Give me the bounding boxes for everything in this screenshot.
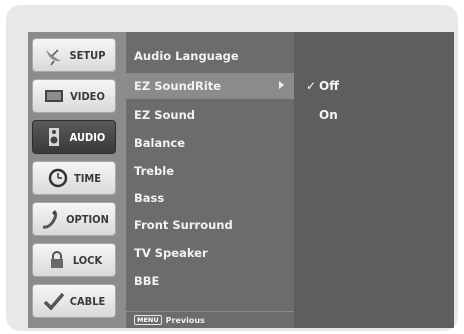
sidebar-item-label: VIDEO [70, 89, 105, 103]
menu-item-label: BBE [134, 274, 160, 288]
menu-item-label: EZ SoundRite [134, 79, 222, 93]
sidebar-item-time[interactable]: TIME [32, 161, 116, 195]
option-off[interactable]: ✓ Off [306, 75, 339, 97]
menu-item-bass[interactable]: Bass [126, 185, 294, 211]
remote-control-icon [42, 209, 58, 229]
category-sidebar: SETUP VIDEO AUDIO TIME OPTION LOCK CABLE [28, 32, 126, 328]
sidebar-item-audio[interactable]: AUDIO [32, 120, 116, 154]
menu-item-label: Balance [134, 136, 186, 150]
menu-item-tv-speaker[interactable]: TV Speaker [126, 240, 294, 266]
sidebar-item-lock[interactable]: LOCK [32, 243, 116, 277]
footer-previous-hint: MENU Previous [134, 315, 205, 325]
menu-item-bbe[interactable]: BBE [126, 268, 294, 294]
menu-item-label: TV Speaker [134, 246, 208, 260]
sidebar-item-cable[interactable]: CABLE [32, 284, 116, 318]
clock-icon [48, 168, 68, 188]
audio-submenu-list: Audio Language EZ SoundRite EZ Sound Bal… [126, 32, 294, 328]
sidebar-item-label: TIME [73, 171, 102, 185]
sidebar-item-option[interactable]: OPTION [32, 202, 116, 236]
menu-item-treble[interactable]: Treble [126, 158, 294, 184]
menu-item-label: Front Surround [134, 218, 233, 232]
sidebar-item-label: AUDIO [69, 130, 106, 144]
sidebar-item-setup[interactable]: SETUP [32, 38, 116, 72]
option-on[interactable]: On [306, 104, 338, 126]
speaker-icon [48, 128, 59, 146]
menu-item-front-surround[interactable]: Front Surround [126, 212, 294, 238]
menu-item-label: Audio Language [134, 49, 239, 63]
sidebar-item-video[interactable]: VIDEO [32, 79, 116, 113]
checkmark-icon: ✓ [306, 79, 317, 93]
tv-setup-menu: SETUP VIDEO AUDIO TIME OPTION LOCK CABLE… [28, 32, 454, 328]
tv-screen-icon [45, 90, 64, 102]
chevron-right-icon [279, 81, 284, 89]
option-label: Off [319, 79, 339, 93]
footer-divider [126, 311, 294, 312]
option-values-panel: ✓ Off On [294, 32, 454, 328]
sidebar-item-label: CABLE [69, 294, 106, 308]
menu-item-label: EZ Sound [134, 108, 195, 122]
sidebar-item-label: SETUP [69, 48, 106, 62]
padlock-icon [50, 251, 63, 268]
menu-item-ez-sound[interactable]: EZ Sound [126, 102, 294, 128]
screenshot-stage: SETUP VIDEO AUDIO TIME OPTION LOCK CABLE… [0, 0, 464, 334]
check-cable-icon [43, 292, 65, 311]
menu-key-badge: MENU [134, 315, 162, 325]
menu-item-balance[interactable]: Balance [126, 130, 294, 156]
menu-item-audio-language[interactable]: Audio Language [126, 43, 294, 69]
menu-item-ez-soundrite[interactable]: EZ SoundRite [126, 73, 294, 99]
menu-item-label: Bass [134, 191, 165, 205]
footer-hint-text: Previous [165, 315, 205, 325]
satellite-dish-icon [45, 49, 61, 66]
menu-item-label: Treble [134, 164, 175, 178]
sidebar-item-label: OPTION [66, 212, 109, 226]
option-label: On [319, 108, 338, 122]
sidebar-item-label: LOCK [72, 253, 103, 267]
